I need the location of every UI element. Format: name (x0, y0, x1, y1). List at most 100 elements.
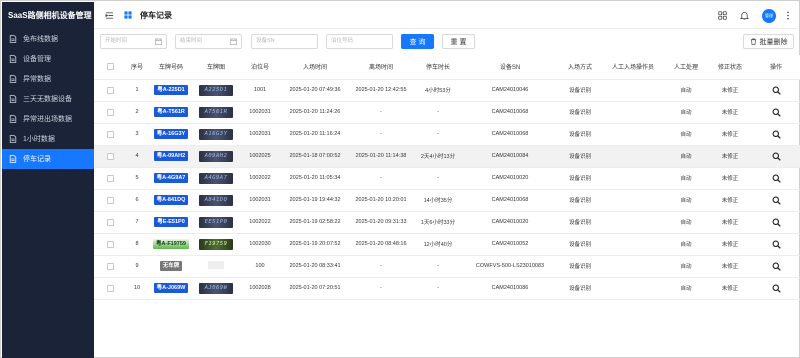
table-row[interactable]: 4 粤A-09AH2 A09AH2 1002025 2025-01-18 07:00:5… (94, 145, 800, 168)
fix-status-cell: 未修正 (708, 277, 752, 300)
row-select-cell[interactable] (94, 255, 126, 278)
sidebar-item[interactable]: 免布线数据 (2, 29, 94, 49)
row-number: 1 (126, 79, 148, 102)
plate-image-cell[interactable]: A16G3Y (194, 123, 238, 146)
plate-image-cell[interactable]: A225D1 (194, 79, 238, 102)
row-checkbox[interactable] (106, 284, 114, 292)
batch-delete-button[interactable]: 批量删除 (743, 34, 794, 49)
plate-image-cell[interactable]: A09AH2 (194, 145, 238, 168)
plate-image-cell[interactable]: EE51P0 (194, 211, 238, 234)
duration-cell: 2天4小时13分 (414, 145, 462, 168)
row-checkbox[interactable] (106, 108, 114, 116)
row-select-cell[interactable] (94, 189, 126, 212)
plate-image-cell[interactable]: A841DQ (194, 189, 238, 212)
table-row[interactable]: 10 粤A-J069W AJ069W 1002028 2025-01-20 07:20:… (94, 277, 800, 300)
search-icon[interactable] (772, 218, 781, 227)
row-checkbox[interactable] (106, 218, 114, 226)
plate-thumbnail[interactable]: F19759 (199, 238, 233, 250)
row-select-cell[interactable] (94, 145, 126, 168)
select-all-cell[interactable] (94, 55, 126, 80)
berth-cell: 1002030 (238, 233, 282, 256)
duration-cell: - (414, 255, 462, 278)
table-row[interactable]: 3 粤A-16G3Y A16G3Y 1002031 2025-01-20 11:16:2… (94, 123, 800, 146)
search-icon[interactable] (772, 152, 781, 161)
row-number: 8 (126, 233, 148, 256)
row-select-cell[interactable] (94, 79, 126, 102)
apps-grid-icon[interactable] (718, 11, 727, 20)
plate-image-cell[interactable] (194, 255, 238, 278)
row-select-cell[interactable] (94, 101, 126, 124)
table-row[interactable]: 1 粤A-225D1 A225D1 1001 2025-01-20 07:49:36 20… (94, 79, 800, 102)
sidebar-item-label: 免布线数据 (23, 36, 58, 43)
sidebar-item[interactable]: 异常进出场数据 (2, 109, 94, 129)
fix-status-cell: 未修正 (708, 123, 752, 146)
table-row[interactable]: 2 粤A-T561R AT561R 1002031 2025-01-20 11:24:2… (94, 101, 800, 124)
plate-thumbnail[interactable]: EE51P0 (199, 216, 233, 228)
start-time-field[interactable]: 开始时间 (100, 34, 167, 49)
sidebar-item-label: 异常数据 (23, 76, 51, 83)
menu-collapse-icon[interactable] (105, 11, 114, 20)
row-checkbox[interactable] (106, 262, 114, 270)
trash-icon (750, 38, 756, 45)
avatar[interactable]: 管理 (762, 8, 776, 23)
search-icon[interactable] (772, 174, 781, 183)
plate-thumbnail[interactable]: A16G3Y (199, 128, 233, 140)
plate-badge: 粤A-225D1 (154, 85, 188, 95)
sidebar-item[interactable]: 异常数据 (2, 69, 94, 89)
manual-cell: 自动 (664, 101, 708, 124)
plate-thumbnail[interactable]: A4G9A7 (199, 172, 233, 184)
action-cell (752, 101, 800, 124)
search-icon[interactable] (772, 240, 781, 249)
row-checkbox[interactable] (106, 196, 114, 204)
search-icon[interactable] (772, 284, 781, 293)
sidebar-item[interactable]: 1小时数据 (2, 129, 94, 149)
device-sn-input[interactable]: 设备SN (251, 34, 318, 49)
table-row[interactable]: 6 粤A-841DQ A841DQ 1002031 2025-01-19 19:44:3… (94, 189, 800, 212)
berth-input[interactable]: 泊位号码 (326, 34, 393, 49)
row-select-cell[interactable] (94, 123, 126, 146)
sidebar-item[interactable]: 停车记录 (2, 149, 94, 169)
operator-cell (602, 233, 664, 256)
row-checkbox[interactable] (106, 130, 114, 138)
row-select-cell[interactable] (94, 277, 126, 300)
out-time-cell: 2025-01-20 10:20:01 (348, 189, 414, 212)
manual-cell: 自动 (664, 211, 708, 234)
search-icon[interactable] (772, 130, 781, 139)
plate-thumbnail[interactable]: A841DQ (199, 194, 233, 206)
row-select-cell[interactable] (94, 167, 126, 190)
plate-image-cell[interactable]: F19759 (194, 233, 238, 256)
search-icon[interactable] (772, 196, 781, 205)
select-all-checkbox[interactable] (106, 63, 114, 71)
sidebar-item[interactable]: 三天无数据设备 (2, 89, 94, 109)
more-vertical-icon[interactable] (786, 11, 790, 20)
table-row[interactable]: 8 粤A-F19759 F19759 1002030 2025-01-19 20:07:… (94, 233, 800, 256)
table-row[interactable]: 5 粤A-4G9A7 A4G9A7 1002022 2025-01-20 11:05:3… (94, 167, 800, 190)
search-icon[interactable] (772, 108, 781, 117)
row-checkbox[interactable] (106, 152, 114, 160)
plate-image-cell[interactable]: AT561R (194, 101, 238, 124)
plate-badge: 粤A-841DQ (153, 195, 189, 205)
end-time-field[interactable]: 结束时间 (175, 34, 242, 49)
row-checkbox[interactable] (106, 174, 114, 182)
doc-icon (9, 135, 17, 143)
table-row[interactable]: 9 无车牌 100 2025-01-20 08:33:41- - COWFVS-500-L… (94, 255, 800, 278)
plate-thumbnail[interactable]: AJ069W (199, 282, 233, 294)
plate-image-cell[interactable]: A4G9A7 (194, 167, 238, 190)
sidebar-item[interactable]: 设备管理 (2, 49, 94, 69)
table-row[interactable]: 7 粤E-E51P0 EE51P0 1002022 2025-01-19 02:58:2… (94, 211, 800, 234)
plate-thumbnail[interactable]: A225D1 (199, 84, 233, 96)
plate-thumbnail[interactable]: A09AH2 (199, 150, 233, 162)
plate-image-cell[interactable]: AJ069W (194, 277, 238, 300)
query-button[interactable]: 查 询 (401, 34, 434, 49)
search-icon[interactable] (772, 262, 781, 271)
plate-cell: 粤A-4G9A7 (148, 167, 194, 190)
reset-button[interactable]: 重 置 (442, 34, 475, 49)
search-icon[interactable] (772, 86, 781, 95)
plate-thumbnail[interactable]: AT561R (199, 106, 233, 118)
bell-icon[interactable] (740, 11, 749, 20)
row-select-cell[interactable] (94, 211, 126, 234)
row-checkbox[interactable] (106, 240, 114, 248)
plate-thumbnail[interactable] (208, 261, 224, 269)
row-select-cell[interactable] (94, 233, 126, 256)
row-checkbox[interactable] (106, 86, 114, 94)
